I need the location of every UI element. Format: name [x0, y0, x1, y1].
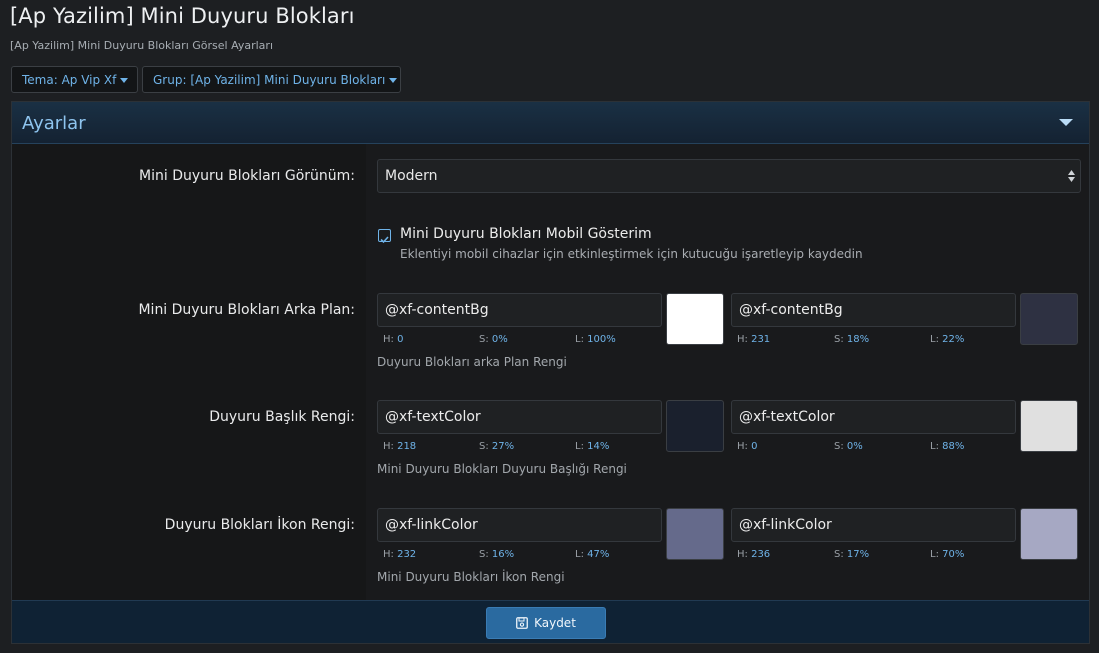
save-icon [516, 617, 528, 629]
save-button-label: Kaydet [534, 616, 576, 630]
icon-color-light-h: H: 232 [383, 549, 417, 560]
page-title: [Ap Yazilim] Mini Duyuru Blokları [10, 4, 355, 28]
icon-color-light-s: S: 16% [479, 549, 515, 560]
block-title: Ayarlar [22, 113, 86, 134]
group-filter-button[interactable]: Grup: [Ap Yazilim] Mini Duyuru Blokları [142, 66, 401, 93]
title-color-light-s: S: 27% [479, 441, 515, 452]
theme-filter-button[interactable]: Tema: Ap Vip Xf [11, 66, 138, 93]
group-filter-label: Grup: [Ap Yazilim] Mini Duyuru Blokları [153, 73, 386, 87]
background-light-input[interactable]: @xf-contentBg [377, 293, 662, 327]
title-color-label: Duyuru Başlık Rengi: [209, 409, 355, 425]
icon-color-light-swatch[interactable] [666, 508, 724, 560]
background-dark-h: H: 231 [737, 334, 771, 345]
settings-block: Ayarlar Mini Duyuru Blokları Görünüm: Mo… [11, 101, 1090, 644]
title-color-hint: Mini Duyuru Blokları Duyuru Başlığı Reng… [377, 462, 627, 476]
background-light-s: S: 0% [479, 334, 508, 345]
appearance-select[interactable]: Modern [377, 159, 1081, 193]
background-light-h: H: 0 [383, 334, 404, 345]
background-light-swatch[interactable] [666, 293, 724, 345]
block-header[interactable]: Ayarlar [12, 102, 1089, 144]
caret-down-icon [120, 78, 129, 83]
title-color-light-l: L: 14% [575, 441, 610, 452]
title-color-dark-h: H: 0 [737, 441, 758, 452]
title-color-dark-input[interactable]: @xf-textColor [731, 400, 1016, 434]
title-color-dark-swatch[interactable] [1020, 400, 1078, 452]
icon-color-hint: Mini Duyuru Blokları İkon Rengi [377, 570, 565, 584]
icon-color-dark-s: S: 17% [834, 549, 870, 560]
theme-filter-label: Tema: Ap Vip Xf [22, 73, 117, 87]
background-dark-s: S: 18% [834, 334, 870, 345]
mobile-display-checkbox[interactable] [378, 229, 391, 244]
appearance-selected-value: Modern [385, 168, 438, 184]
form-footer: Kaydet [12, 600, 1089, 643]
title-color-light-swatch[interactable] [666, 400, 724, 452]
title-color-light-input[interactable]: @xf-textColor [377, 400, 662, 434]
background-light-l: L: 100% [575, 334, 616, 345]
title-color-dark-l: L: 88% [930, 441, 965, 452]
background-dark-input[interactable]: @xf-contentBg [731, 293, 1016, 327]
select-arrows-icon [1068, 170, 1075, 182]
checkmark-icon [380, 236, 389, 244]
title-color-light-h: H: 218 [383, 441, 417, 452]
title-color-dark-s: S: 0% [834, 441, 863, 452]
save-button[interactable]: Kaydet [486, 607, 606, 639]
icon-color-light-input[interactable]: @xf-linkColor [377, 508, 662, 542]
caret-down-icon [389, 78, 398, 83]
icon-color-dark-swatch[interactable] [1020, 508, 1078, 560]
collapse-toggle-icon[interactable] [1059, 119, 1073, 126]
background-dark-l: L: 22% [930, 334, 965, 345]
icon-color-light-l: L: 47% [575, 549, 610, 560]
icon-color-label: Duyuru Blokları İkon Rengi: [164, 517, 355, 533]
background-dark-swatch[interactable] [1020, 293, 1078, 345]
icon-color-dark-l: L: 70% [930, 549, 965, 560]
page-subtitle: [Ap Yazilim] Mini Duyuru Blokları Görsel… [10, 39, 274, 52]
background-label: Mini Duyuru Blokları Arka Plan: [138, 302, 355, 318]
mobile-display-hint: Eklentiyi mobil cihazlar için etkinleşti… [400, 247, 863, 261]
appearance-label: Mini Duyuru Blokları Görünüm: [139, 168, 355, 184]
icon-color-dark-h: H: 236 [737, 549, 771, 560]
icon-color-dark-input[interactable]: @xf-linkColor [731, 508, 1016, 542]
background-hint: Duyuru Blokları arka Plan Rengi [377, 355, 567, 369]
mobile-display-label[interactable]: Mini Duyuru Blokları Mobil Gösterim [400, 226, 652, 242]
